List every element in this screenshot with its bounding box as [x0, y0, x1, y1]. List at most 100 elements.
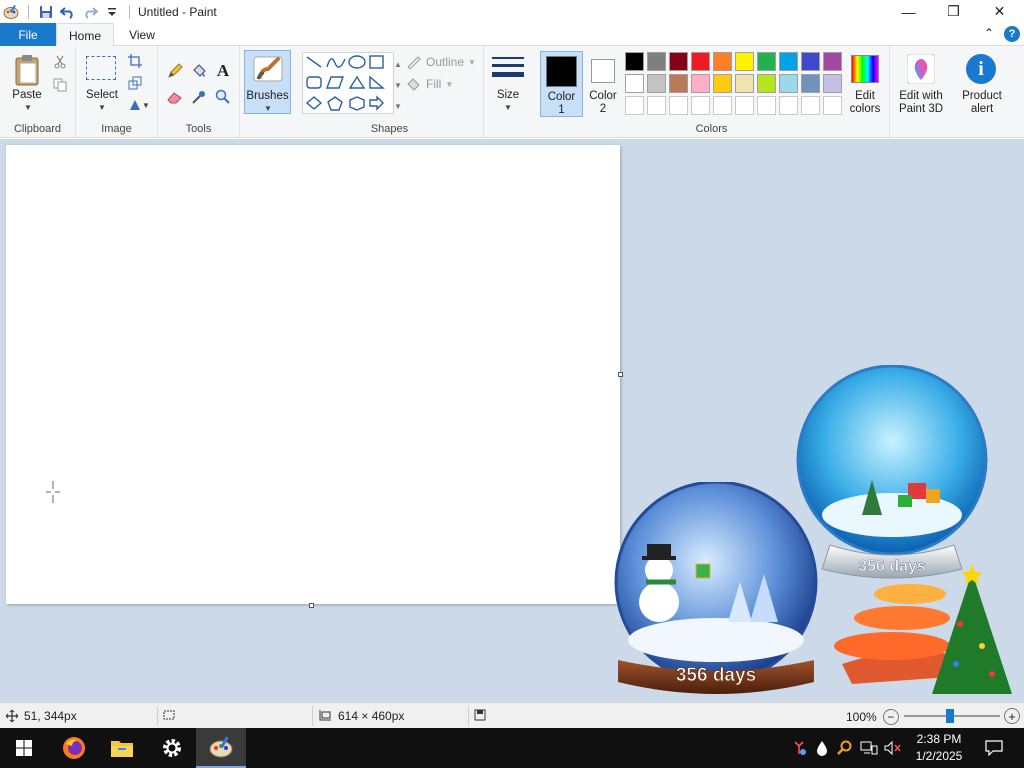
size-line-thick	[492, 72, 524, 77]
action-center-icon[interactable]	[976, 728, 1012, 768]
taskbar-clock[interactable]: 2:38 PM 1/2/2025	[908, 731, 970, 765]
paste-button[interactable]: Paste ▼	[10, 52, 44, 112]
palette-swatch[interactable]	[691, 74, 710, 93]
paint-app-icon[interactable]	[0, 1, 22, 23]
palette-swatch[interactable]	[647, 52, 666, 71]
palette-swatch[interactable]	[779, 52, 798, 71]
tab-view[interactable]: View	[116, 23, 168, 46]
palette-swatch[interactable]	[669, 74, 688, 93]
zoom-slider-thumb[interactable]	[946, 709, 954, 723]
network-icon[interactable]	[858, 728, 880, 768]
color2-label: Color 2	[589, 90, 617, 115]
snow-globe-snowman: 356 days	[604, 480, 834, 702]
palette-swatch[interactable]	[691, 52, 710, 71]
shapes-gallery[interactable]	[302, 52, 394, 114]
size-button[interactable]: Size ▼	[488, 52, 530, 114]
magnifier-icon[interactable]	[214, 88, 232, 106]
paste-dropdown-icon: ▼	[24, 103, 32, 112]
colors-group-label: Colors	[695, 123, 728, 135]
tray-search-icon[interactable]	[834, 728, 856, 768]
edit-colors-button[interactable]: Edit colors	[846, 52, 886, 118]
outline-button[interactable]: Outline ▼	[406, 55, 476, 69]
resize-icon[interactable]	[126, 74, 144, 92]
palette-swatch[interactable]	[735, 52, 754, 71]
palette-swatch[interactable]	[669, 52, 688, 71]
brush-icon	[253, 56, 283, 82]
resize-handle-bottom[interactable]	[309, 603, 314, 608]
palette-swatch[interactable]	[625, 74, 644, 93]
minimize-button[interactable]: —	[886, 0, 931, 23]
tray-drop-icon[interactable]	[812, 728, 832, 768]
cut-icon[interactable]	[51, 53, 69, 71]
maximize-button[interactable]: ❐	[931, 0, 976, 23]
drawing-canvas[interactable]	[6, 145, 620, 604]
customize-quick-access-icon[interactable]	[101, 1, 123, 23]
custom-color-slot[interactable]	[757, 96, 776, 115]
pencil-icon[interactable]	[166, 62, 184, 80]
tab-home[interactable]: Home	[56, 23, 114, 47]
help-icon[interactable]: ?	[1004, 26, 1020, 42]
save-icon[interactable]	[35, 1, 57, 23]
tab-file[interactable]: File	[0, 23, 56, 46]
close-button[interactable]: ✕	[977, 0, 1022, 23]
brushes-button[interactable]: Brushes ▼	[244, 50, 291, 114]
text-tool-icon[interactable]: A	[214, 61, 232, 80]
redo-icon[interactable]	[79, 1, 101, 23]
custom-color-slot[interactable]	[735, 96, 754, 115]
palette-swatch[interactable]	[823, 52, 842, 71]
firefox-taskbar-button[interactable]	[50, 728, 98, 768]
colors-group: Color 1 Color 2 Edit colors Colors	[534, 46, 890, 138]
color-picker-icon[interactable]	[190, 88, 208, 106]
custom-color-slot[interactable]	[669, 96, 688, 115]
fill-bucket-icon[interactable]	[190, 62, 208, 80]
collapse-ribbon-icon[interactable]: ⌃	[984, 26, 994, 40]
shapes-scroll[interactable]: ▲ ▼ ▼	[394, 54, 402, 117]
copy-icon[interactable]	[51, 76, 69, 94]
zoom-out-button[interactable]: −	[882, 709, 899, 725]
edit-with-paint3d-button[interactable]: Edit with Paint 3D	[892, 52, 950, 118]
color2-button[interactable]: Color 2	[586, 51, 626, 117]
clipboard-group: Paste ▼ Clipboard	[0, 46, 76, 138]
palette-swatch[interactable]	[625, 52, 644, 71]
size-line-thin	[492, 57, 524, 59]
selection-size	[162, 709, 176, 721]
palette-swatch[interactable]	[735, 74, 754, 93]
custom-color-slot[interactable]	[691, 96, 710, 115]
file-size	[474, 709, 486, 721]
palette-swatch[interactable]	[801, 74, 820, 93]
fill-button[interactable]: Fill ▼	[406, 77, 453, 91]
status-bar: 51, 344px 614 × 460px 100% − +	[0, 702, 1024, 728]
custom-color-slot[interactable]	[647, 96, 666, 115]
custom-color-slot[interactable]	[625, 96, 644, 115]
clock-date: 1/2/2025	[915, 749, 963, 763]
resize-handle-right[interactable]	[618, 372, 623, 377]
product-alert-button[interactable]: i Product alert	[954, 52, 1010, 118]
fill-label: Fill	[426, 77, 442, 91]
zoom-in-button[interactable]: +	[1004, 708, 1020, 724]
rotate-icon[interactable]: ▼	[126, 96, 152, 114]
settings-taskbar-button[interactable]	[148, 728, 196, 768]
palette-swatch[interactable]	[713, 52, 732, 71]
start-button[interactable]	[0, 728, 48, 768]
custom-color-slot[interactable]	[801, 96, 820, 115]
canvas-size-text: 614 × 460px	[338, 709, 405, 723]
tray-app-icon[interactable]	[788, 728, 810, 768]
crop-icon[interactable]	[126, 52, 144, 70]
undo-icon[interactable]	[57, 1, 79, 23]
color1-button[interactable]: Color 1	[540, 51, 583, 117]
palette-swatch[interactable]	[757, 74, 776, 93]
edit-colors-label: Edit colors	[849, 90, 881, 115]
select-button[interactable]: Select ▼	[82, 52, 122, 112]
palette-swatch[interactable]	[801, 52, 820, 71]
file-explorer-taskbar-button[interactable]	[98, 728, 146, 768]
palette-swatch[interactable]	[757, 52, 776, 71]
paint-taskbar-button[interactable]	[196, 728, 246, 768]
palette-swatch[interactable]	[779, 74, 798, 93]
custom-color-slot[interactable]	[713, 96, 732, 115]
custom-color-slot[interactable]	[779, 96, 798, 115]
palette-swatch[interactable]	[713, 74, 732, 93]
eraser-icon[interactable]	[166, 88, 184, 106]
volume-muted-icon[interactable]	[882, 728, 904, 768]
palette-swatch[interactable]	[647, 74, 666, 93]
ribbon: Paste ▼ Clipboard Select ▼ ▼ Image A Too…	[0, 46, 1024, 138]
